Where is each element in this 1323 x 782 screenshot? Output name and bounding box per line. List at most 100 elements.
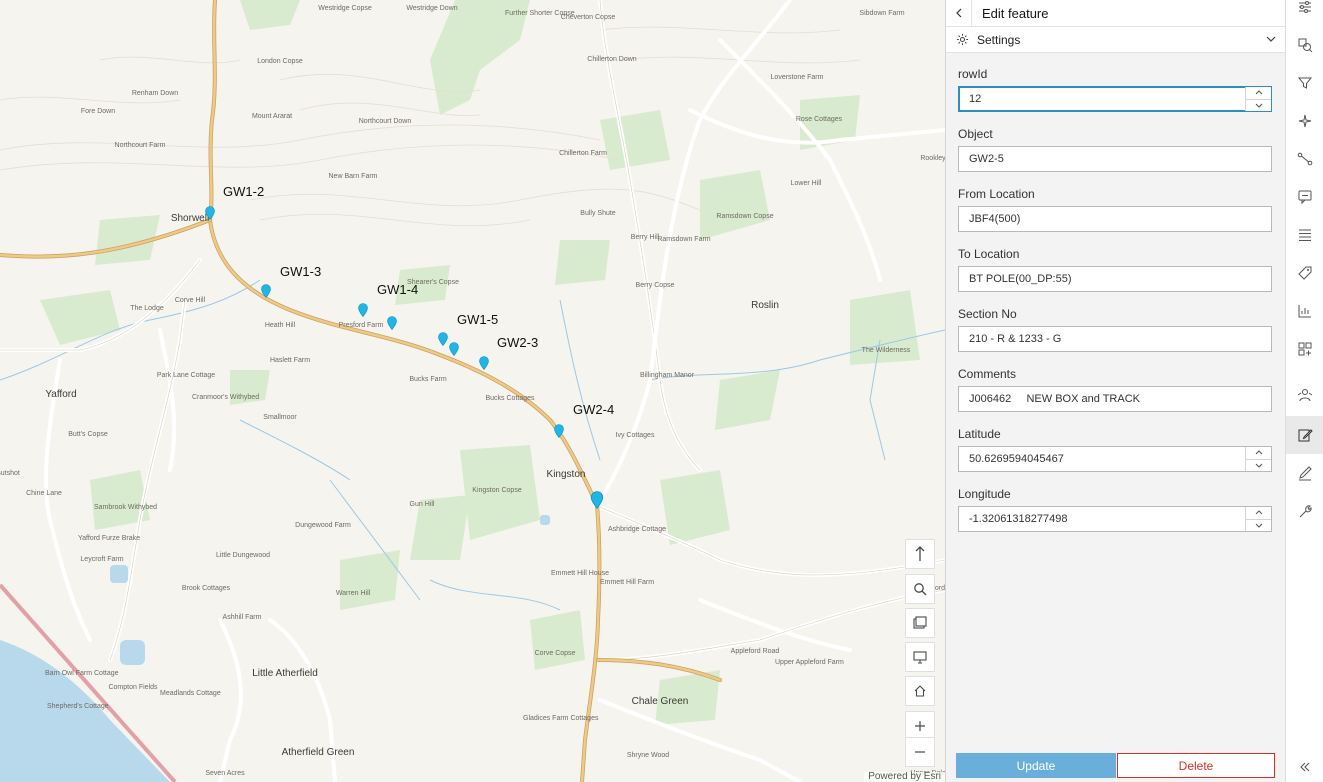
field-input[interactable] <box>959 447 1246 471</box>
place-label: Corve Copse <box>534 650 576 657</box>
map-pin-icon <box>205 206 215 220</box>
place-label: Seven Acres <box>205 770 245 777</box>
double-chevron-left-icon <box>1300 762 1310 772</box>
field-input-wrap <box>958 506 1272 532</box>
place-label: Little Atherfield <box>252 668 318 679</box>
place-label: Atherfield Green <box>281 747 355 758</box>
tool-directions[interactable] <box>1286 376 1323 414</box>
place-label: Further Shorter Copse <box>505 10 575 17</box>
update-button[interactable]: Update <box>956 753 1116 778</box>
delete-button[interactable]: Delete <box>1117 753 1275 778</box>
compass-button[interactable] <box>905 539 935 569</box>
field-input-wrap <box>958 446 1272 472</box>
tag-icon <box>1298 266 1312 280</box>
field-input[interactable] <box>959 507 1246 531</box>
wrench-icon <box>1299 505 1312 518</box>
field-input[interactable] <box>959 387 1271 411</box>
tool-settings[interactable] <box>1286 492 1323 530</box>
place-label: Ashhill Farm <box>222 614 262 621</box>
place-label: Billingham Manor <box>639 372 695 379</box>
feature-pin[interactable] <box>554 424 564 438</box>
place-label: Ivy Cottages <box>615 432 655 439</box>
tool-sketch[interactable] <box>1286 102 1323 140</box>
feature-pin[interactable] <box>387 316 397 330</box>
tool-draw[interactable] <box>1286 454 1323 492</box>
settings-toggle[interactable]: Settings <box>946 27 1286 53</box>
field-input[interactable] <box>959 147 1271 171</box>
field-label: Longitude <box>958 487 1011 501</box>
chevron-down-icon <box>1255 463 1262 468</box>
place-label: Appleford Road <box>730 648 780 655</box>
field-label: To Location <box>958 247 1020 261</box>
feature-pin[interactable] <box>358 303 368 317</box>
feature-pin[interactable] <box>449 342 459 356</box>
map-view[interactable]: Westridge Copse Westridge Down Further Sho… <box>0 0 945 782</box>
tool-layer-list[interactable] <box>1286 0 1323 26</box>
map-pin-icon <box>261 284 271 298</box>
place-label: Loverstone Farm <box>770 74 824 81</box>
search-button[interactable] <box>905 574 935 604</box>
place-label: London Copse <box>257 58 303 65</box>
place-label: Sibdown Farm <box>859 10 905 17</box>
map-pin-icon <box>554 424 564 438</box>
chevron-left-icon <box>955 8 961 18</box>
increment-button[interactable] <box>1246 87 1271 99</box>
increment-button[interactable] <box>1246 447 1271 459</box>
arrow-up-icon <box>915 546 925 561</box>
field-label: From Location <box>958 187 1035 201</box>
zoom-out-button[interactable] <box>905 737 935 767</box>
tool-grid[interactable] <box>1286 330 1323 368</box>
form-field: To Location <box>958 242 1272 302</box>
place-label: Kingston <box>546 469 586 480</box>
place-label: Dungewood Farm <box>295 522 351 529</box>
fullscreen-button[interactable] <box>905 642 935 672</box>
minus-icon <box>915 751 925 753</box>
feature-pin[interactable] <box>438 332 448 346</box>
tool-analysis[interactable] <box>1286 292 1323 330</box>
feature-form: rowId Object From Location To Location Secti… <box>958 62 1272 542</box>
place-label: Westridge Copse <box>318 5 372 12</box>
field-input[interactable] <box>959 267 1271 291</box>
back-button[interactable] <box>946 0 972 27</box>
tool-bookmark[interactable] <box>1286 254 1323 292</box>
place-label: Shorwell <box>170 213 210 224</box>
tool-list[interactable] <box>1286 216 1323 254</box>
map-pin-icon <box>438 332 448 346</box>
basemap-gallery-button[interactable] <box>905 608 935 638</box>
place-label: Rookley <box>920 155 945 162</box>
map-pin-icon <box>479 356 489 370</box>
collapse-toolbar-button[interactable] <box>1286 748 1323 782</box>
route-icon <box>1297 152 1313 166</box>
place-label: Rose Cottages <box>795 116 843 123</box>
tool-info[interactable] <box>1286 178 1323 216</box>
feature-pin[interactable] <box>479 356 489 370</box>
place-label: Westridge Down <box>406 5 458 12</box>
feature-pin[interactable] <box>261 284 271 298</box>
tool-filter[interactable] <box>1286 64 1323 102</box>
feature-pin[interactable] <box>205 206 215 220</box>
place-label: Butt's Copse <box>68 431 108 438</box>
field-input[interactable] <box>959 327 1271 351</box>
tool-edit[interactable] <box>1286 416 1323 454</box>
map-attribution[interactable]: Powered by Esri <box>864 772 945 782</box>
tool-measure[interactable] <box>1286 140 1323 178</box>
chevron-down-icon <box>1266 36 1276 42</box>
field-label: Comments <box>958 367 1017 381</box>
increment-button[interactable] <box>1246 507 1271 519</box>
form-field: Longitude <box>958 482 1272 542</box>
home-button[interactable] <box>905 676 935 706</box>
field-input-wrap <box>958 326 1272 352</box>
tool-query[interactable] <box>1286 26 1323 64</box>
place-label: Chine Lane <box>26 490 62 497</box>
field-input[interactable] <box>959 87 1246 111</box>
field-label: rowId <box>958 67 988 81</box>
decrement-button[interactable] <box>1246 518 1271 531</box>
decrement-button[interactable] <box>1246 458 1271 471</box>
decrement-button[interactable] <box>1246 98 1271 111</box>
field-input[interactable] <box>959 207 1271 231</box>
basemap-icon <box>913 616 927 629</box>
selected-feature-pin[interactable] <box>590 491 604 509</box>
grid-icon <box>1298 342 1312 356</box>
place-label: Chillerton Down <box>587 56 637 63</box>
chevron-up-icon <box>1255 510 1262 515</box>
